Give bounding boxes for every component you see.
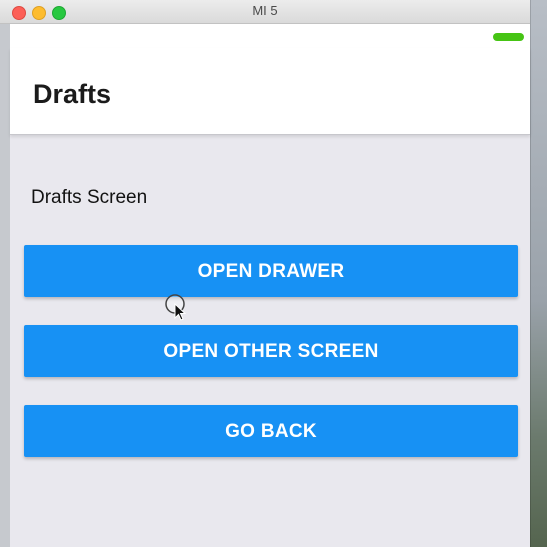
simulator-window: MI 5 Drafts Drafts Screen OPEN DRAWER OP… [0,0,530,547]
battery-indicator [493,33,524,41]
device-screen: Drafts Drafts Screen OPEN DRAWER OPEN OT… [10,24,530,547]
page-title: Drafts [33,79,112,109]
open-other-screen-button[interactable]: OPEN OTHER SCREEN [24,325,518,377]
status-bar [10,24,530,48]
window-titlebar[interactable]: MI 5 [0,0,530,24]
go-back-button[interactable]: GO BACK [24,405,518,457]
open-drawer-button[interactable]: OPEN DRAWER [24,245,518,297]
screen-label: Drafts Screen [31,187,148,208]
mouse-cursor-icon [165,294,187,321]
window-left-edge [0,24,10,547]
desktop-background-right [528,0,547,547]
window-title: MI 5 [252,3,278,18]
app-header: Drafts [10,48,530,135]
